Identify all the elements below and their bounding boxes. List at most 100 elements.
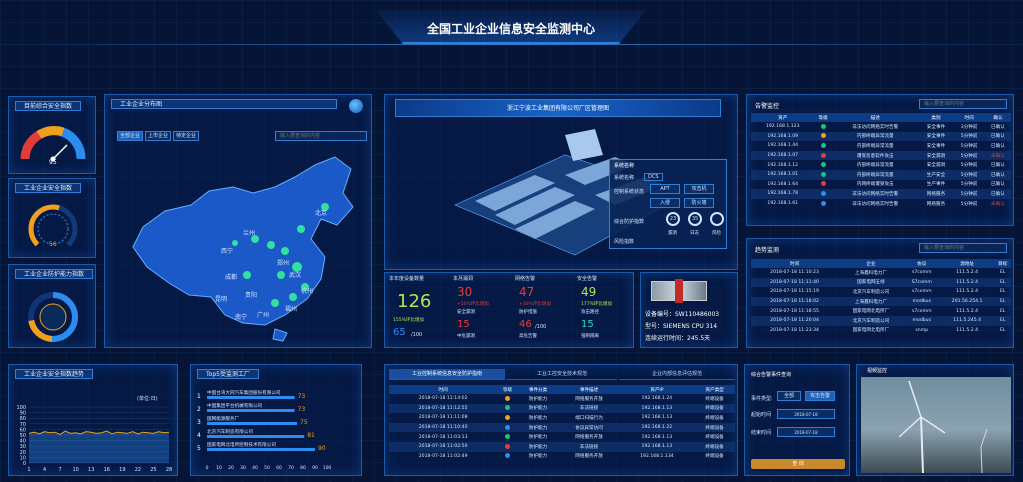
event-row-cell: 终端设备 (705, 396, 724, 402)
apt-button[interactable]: APT (650, 184, 680, 194)
trend-x-tick: 1 (27, 467, 30, 473)
video-feed[interactable] (861, 377, 1011, 473)
top5-axis-tick: 100 (323, 465, 332, 471)
reports-col-protocol: 协议 (903, 259, 940, 268)
stat-3-sub1: +30%环比增加 (519, 302, 551, 307)
alert-row-cell: 5分钟前 (953, 169, 985, 180)
alert-row-cell: 非法访问网络实时告警 (852, 201, 899, 207)
alert-row-cell: 192.168.1.12 (767, 162, 799, 168)
alert-row[interactable]: 192.168.1.01 内部终端异常流量 生产安全 5分钟前 已确认 (751, 169, 1011, 180)
report-row-cell: 111.5.2.4 (956, 270, 979, 276)
report-row-cell: modbus (903, 315, 940, 326)
reports-search-input[interactable] (919, 243, 1007, 253)
globe-icon[interactable] (349, 99, 363, 113)
report-row[interactable]: 2018-07-18 11:11:40 国家电网五线 S7comm 111.5.2.4… (751, 277, 1011, 288)
alert-row-cell: 安全事件 (926, 143, 946, 149)
device-line-1: 设备编号：SW110486003 (645, 311, 720, 318)
report-row-cell: 2018-07-18 11:18:55 (770, 308, 819, 314)
trend-x-tick: 7 (59, 467, 62, 473)
alert-row[interactable]: 192.168.1.61 非法访问网络实时告警 网络服务 5分钟前 未确认 (751, 199, 1011, 209)
stat-3-v2b: /100 (535, 324, 547, 330)
level-dot-icon (820, 123, 826, 129)
event-row-cell: 2018-07-18 11:10:40 (389, 422, 498, 433)
alert-row[interactable]: 192.168.1.123 非法访问网络实时告警 安全事件 3分钟前 已确认 (751, 122, 1011, 132)
report-row-cell: 国家电网北电所厂 (852, 309, 890, 315)
report-row[interactable]: 2018-07-18 11:18:02 上海鑫科电力厂 modbus 201.56.2… (751, 296, 1011, 307)
alert-row[interactable]: 192.168.1.78 非法访问网络实时告警 网络服务 5分钟前 已确认 (751, 189, 1011, 199)
alerts-search-input[interactable] (919, 99, 1007, 109)
report-row-cell: 上海鑫科电力厂 (838, 296, 904, 307)
reports-panel: 趋势监测 时间 企业 协议 源地址 目标 2018-07-18 11:10:23… (746, 238, 1014, 348)
report-row-cell: EL (1000, 270, 1006, 276)
query-type-select[interactable]: 全部 (777, 391, 801, 401)
svg-text:贵阳: 贵阳 (245, 291, 257, 299)
events-tab-2[interactable]: 工业工控安全技术规范 (507, 369, 617, 380)
alert-row-cell: 内部终端异常流量 (856, 163, 894, 169)
event-row[interactable]: 2018-07-18 11:10:40 防护能力 协议异常访问 192.168.1.2… (389, 422, 735, 433)
ring-3-label: 风险 (712, 231, 721, 236)
query-panel: 综合告警事件查询 事件类型: 全部 攻击告警 起始时间 2018-07-18 结… (744, 364, 850, 476)
query-attack-button[interactable]: 攻击告警 (805, 391, 835, 401)
event-row-cell: 网络服务开放 (575, 454, 603, 460)
events-table: 时间 等级 事件分类 事件描述 资产IP 资产类型 2018-07-18 11:… (389, 385, 735, 461)
event-row-cell: 防护能力 (528, 415, 548, 421)
stat-1: 本年度设备数量 126 155%环比增加 65 /100 (389, 275, 449, 345)
event-row-cell: 防护能力 (517, 422, 559, 433)
event-row-cell: 192.168.1.13 (619, 403, 695, 414)
event-row[interactable]: 2018-07-18 11:12:55 防护能力 非法链接 192.168.1.13 终… (389, 403, 735, 414)
event-row-cell (497, 432, 517, 442)
map-search-input[interactable] (275, 131, 367, 141)
firewall-button[interactable]: 防火墙 (684, 198, 714, 208)
stat-1-sub: 155%环比增加 (393, 318, 424, 323)
report-row[interactable]: 2018-07-18 11:23:34 国家电网北电所厂 snmp 111.5.2.4… (751, 326, 1011, 336)
gauge-panel-1: 目前综合安全指数 95 (8, 96, 96, 174)
alerts-col-ack: 确认 (984, 113, 1011, 122)
events-col-category: 事件分类 (517, 385, 559, 394)
alert-row[interactable]: 192.168.1.09 内部终端异常流量 安全事件 5分钟前 已确认 (751, 131, 1011, 142)
map-tab-pending[interactable]: 待定企业 (173, 131, 199, 141)
report-row[interactable]: 2018-07-18 11:18:55 国家电网北电所厂 s7comm 111.5.2… (751, 306, 1011, 316)
event-row[interactable]: 2018-07-18 11:14:02 防护能力 网络服务开放 192.168.1.2… (389, 394, 735, 404)
top5-axis-tick: 0 (206, 465, 209, 471)
top5-rank: 4 (197, 432, 201, 439)
report-row[interactable]: 2018-07-18 11:10:23 上海鑫科电力厂 s7comm 111.5.2.… (751, 268, 1011, 278)
alert-row-cell: 已确认 (991, 182, 1005, 188)
alerts-col-level: 等级 (814, 113, 832, 122)
map-tab-listed[interactable]: 上市企业 (145, 131, 171, 141)
svg-text:成都: 成都 (225, 273, 237, 281)
event-row[interactable]: 2018-07-18 11:03:13 防护能力 网络服务开放 192.168.1.1… (389, 432, 735, 442)
report-row[interactable]: 2018-07-18 11:15:19 北京汽车制造公司 s7comm 111.5.2… (751, 287, 1011, 297)
events-tab-1[interactable]: 工业控制系统信息安全防护指南 (389, 369, 505, 380)
alert-row-cell: 内部终端异常流量 (856, 143, 894, 149)
map-tab-all[interactable]: 全部企业 (117, 131, 143, 141)
report-row-cell: 201.56.254.1 (939, 296, 995, 307)
event-row[interactable]: 2018-07-18 11:02:50 防护能力 非法链接 192.168.1.13 终… (389, 441, 735, 452)
report-row[interactable]: 2018-07-18 11:20:04 北京汽车制造公司 modbus 111.5.2… (751, 315, 1011, 326)
event-row[interactable]: 2018-07-18 11:02:49 防护能力 网络服务开放 192.168.1.1… (389, 452, 735, 462)
attack-button[interactable]: 攻击机 (684, 184, 714, 194)
alert-row[interactable]: 192.168.1.64 内网终端遭受攻击 生产事件 5分钟前 已确认 (751, 180, 1011, 190)
gauge-2-title: 工业企业安全指数 (15, 183, 82, 193)
top5-axis-tick: 30 (240, 465, 246, 471)
alerts-col-asset: 资产 (751, 113, 815, 122)
top5-value: 75 (300, 419, 308, 426)
alert-row-cell: 192.168.1.61 (767, 201, 799, 207)
alert-row[interactable]: 192.168.1.07 遭受恶意软件攻击 安全漏洞 5分钟前 未确认 (751, 150, 1011, 161)
report-row-cell: 上海鑫科电力厂 (854, 270, 888, 276)
trend-x-tick: 28 (166, 467, 172, 473)
event-row[interactable]: 2018-07-18 11:11:08 防护能力 端口扫描行为 192.168.1.1… (389, 413, 735, 423)
intrusion-button[interactable]: 入侵 (650, 198, 680, 208)
alert-row-cell: 已确认 (991, 163, 1005, 169)
report-row-cell: 111.5.245.4 (939, 315, 995, 326)
alert-row[interactable]: 192.168.1.12 内部终端异常流量 安全漏洞 5分钟前 已确认 (751, 160, 1011, 170)
trend-x-tick: 25 (150, 467, 156, 473)
alert-row[interactable]: 192.168.1.44 内部终端异常流量 安全事件 5分钟前 已确认 (751, 141, 1011, 151)
query-submit-button[interactable]: 查 询 (751, 459, 845, 469)
stat-4-title: 安全告警 (577, 276, 598, 282)
query-start-input[interactable]: 2018-07-18 (777, 409, 835, 419)
events-tab-3[interactable]: 企业内部信息评估规范 (619, 369, 735, 380)
top5-axis-tick: 70 (288, 465, 294, 471)
query-end-input[interactable]: 2018-07-18 (777, 427, 835, 437)
alert-row-cell: 已确认 (991, 143, 1005, 149)
gauge-3 (28, 292, 78, 342)
